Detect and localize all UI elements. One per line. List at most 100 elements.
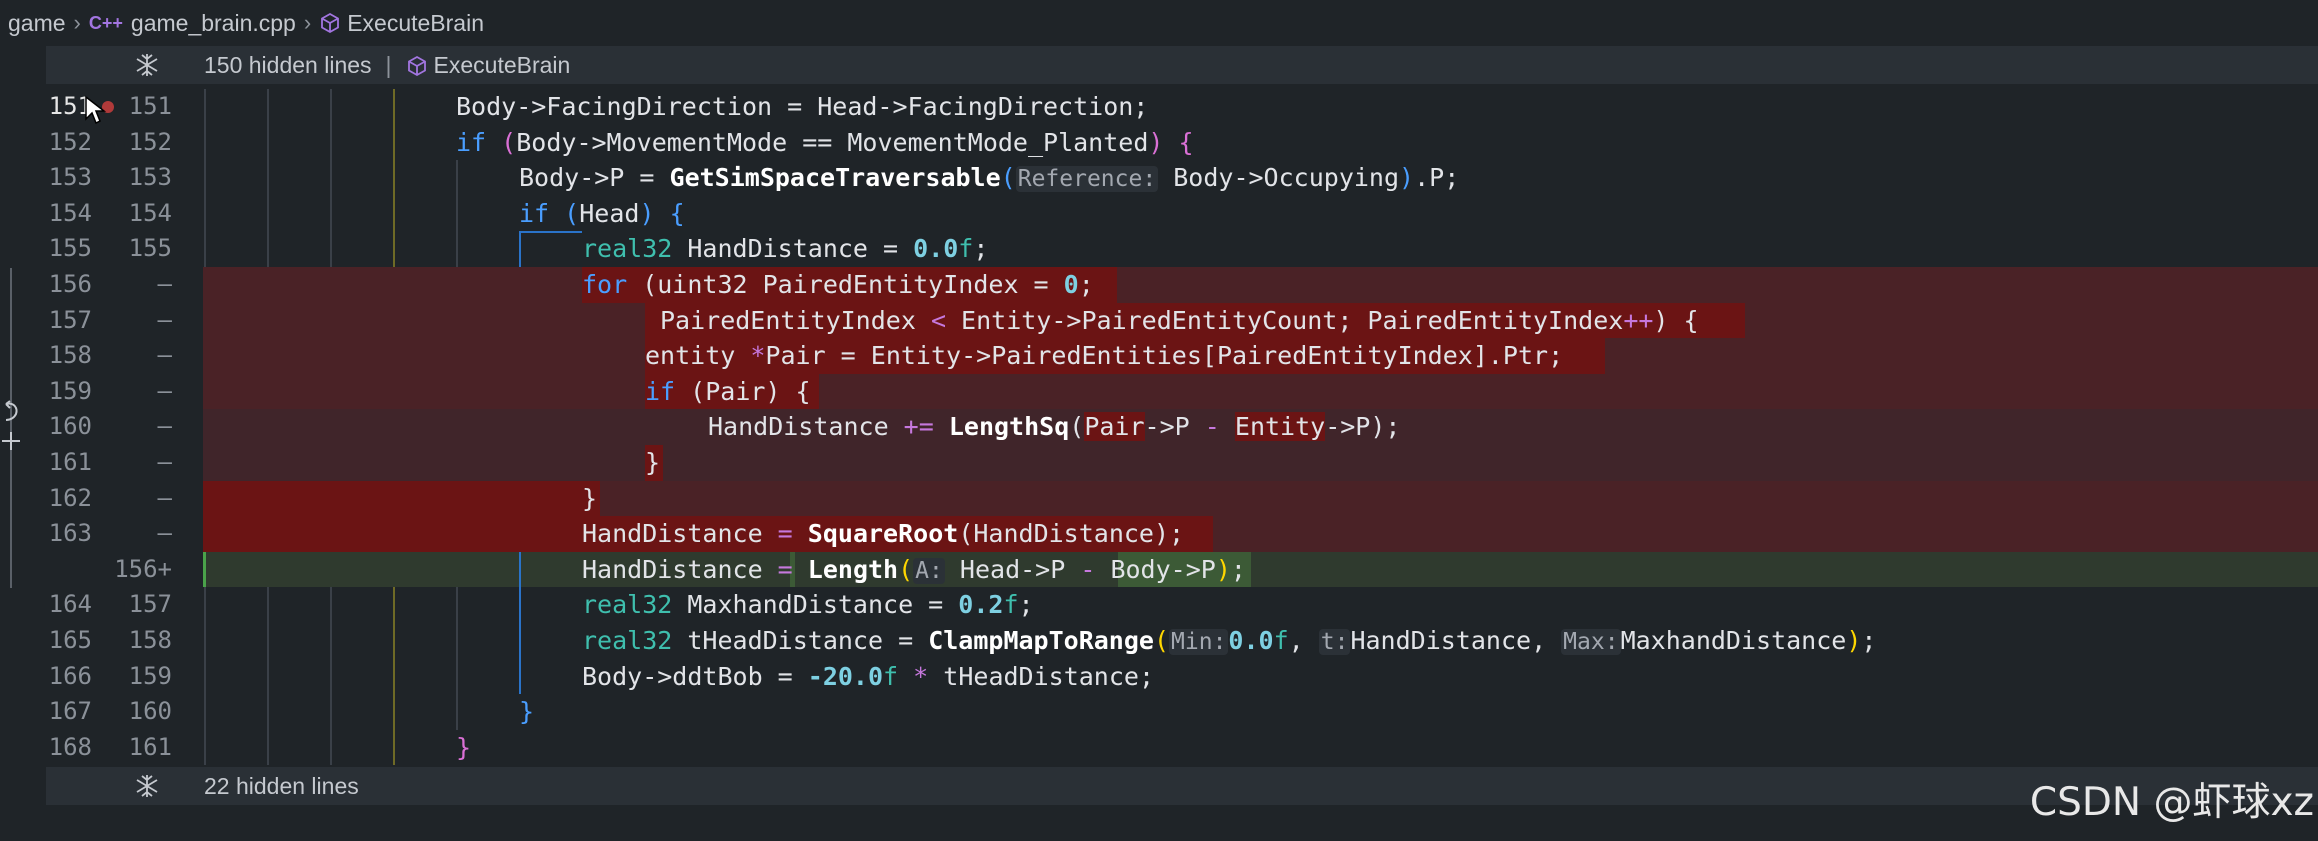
fold-symbol-label: ExecuteBrain xyxy=(433,51,571,78)
code-line[interactable]: 153 153 Body->P = GetSimSpaceTraversable… xyxy=(0,160,2318,196)
new-line-number: 155 xyxy=(128,234,172,263)
hidden-lines-label: 150 hidden lines xyxy=(204,51,372,78)
hidden-lines-label: 22 hidden lines xyxy=(204,772,359,799)
old-line-number: 158 xyxy=(48,341,92,370)
removed-line[interactable]: 157 — PairedEntityIndex < Entity->Paired… xyxy=(0,302,2318,339)
code-line[interactable]: 166 159 Body->ddtBob = -20.0f * tHeadDis… xyxy=(0,658,2318,695)
code-line[interactable]: 155 155 real32 HandDistance = 0.0f; xyxy=(0,231,2318,267)
expand-fold-icon[interactable] xyxy=(134,52,160,78)
old-line-number: 165 xyxy=(48,625,92,654)
code-text: Body->P = GetSimSpaceTraversable(Referen… xyxy=(519,163,1460,193)
new-line-number: 153 xyxy=(128,163,172,192)
code-text: HandDistance += LengthSq(Pair->P - Entit… xyxy=(708,412,1401,442)
new-line-number: 151 xyxy=(128,92,172,120)
breadcrumb: game › C++ game_brain.cpp › ExecuteBrain xyxy=(0,0,2318,46)
code-text: real32 HandDistance = 0.0f; xyxy=(582,234,989,264)
breadcrumb-file-label: game_brain.cpp xyxy=(130,9,296,36)
code-line[interactable]: 164 157 real32 MaxhandDistance = 0.2f; xyxy=(0,587,2318,623)
code-text: if (Body->MovementMode == MovementMode_P… xyxy=(456,127,1194,157)
code-line[interactable]: 154 154 if (Head) { xyxy=(0,195,2318,232)
new-line-number: — xyxy=(157,519,172,548)
old-line-number: 154 xyxy=(48,198,92,227)
new-line-number: — xyxy=(157,412,172,441)
hidden-lines-top[interactable]: 150 hidden lines | ExecuteBrain xyxy=(46,46,2318,84)
hidden-lines-bottom[interactable]: 22 hidden lines xyxy=(46,767,2318,805)
chevron-right-icon: › xyxy=(303,10,312,35)
code-text: HandDistance = SquareRoot(HandDistance); xyxy=(582,519,1185,549)
code-line[interactable]: 151 151 Body->FacingDirection = Head->Fa… xyxy=(0,89,2318,125)
code-line[interactable]: 152 152 if (Body->MovementMode == Moveme… xyxy=(0,124,2318,161)
breadcrumb-symbol-label: ExecuteBrain xyxy=(347,9,484,36)
new-line-number: 161 xyxy=(128,732,172,761)
code-text: if (Head) { xyxy=(519,198,685,228)
code-text: } xyxy=(519,697,535,727)
code-text: Body->ddtBob = -20.0f * tHeadDistance; xyxy=(582,661,1155,691)
added-line[interactable]: 156+ HandDistance = Length(A: Head->P - … xyxy=(0,551,2318,588)
new-line-number: 156+ xyxy=(114,554,172,583)
new-line-number: — xyxy=(157,483,172,512)
new-line-number: 159 xyxy=(128,661,172,690)
inlay-hint: Min: xyxy=(1169,628,1229,655)
removed-line[interactable]: 158 — entity *Pair = Entity->PairedEntit… xyxy=(0,338,2318,374)
breadcrumb-symbol[interactable]: ExecuteBrain xyxy=(319,10,484,37)
old-line-number: 155 xyxy=(48,234,92,263)
new-line-number: 160 xyxy=(128,697,172,726)
old-line-number: 152 xyxy=(48,127,92,156)
new-line-number: 154 xyxy=(128,198,172,227)
breadcrumb-folder[interactable]: game xyxy=(8,10,66,37)
revert-change-icon[interactable] xyxy=(0,400,22,426)
removed-line[interactable]: 163 — HandDistance = SquareRoot(HandDist… xyxy=(0,516,2318,552)
new-line-number: — xyxy=(157,305,172,334)
code-text: entity *Pair = Entity->PairedEntities[Pa… xyxy=(645,341,1564,371)
new-line-number: 157 xyxy=(128,590,172,619)
code-text: Body->FacingDirection = Head->FacingDire… xyxy=(456,92,1149,121)
code-line[interactable]: 165 158 real32 tHeadDistance = ClampMapT… xyxy=(0,622,2318,659)
expand-fold-icon[interactable] xyxy=(134,773,160,799)
breadcrumb-file[interactable]: C++ game_brain.cpp xyxy=(89,10,296,37)
inlay-hint: Max: xyxy=(1561,628,1621,655)
old-line-number: 162 xyxy=(48,483,92,512)
inlay-hint: Reference: xyxy=(1015,166,1159,193)
old-line-number: 151 xyxy=(48,92,92,120)
code-text: real32 MaxhandDistance = 0.2f; xyxy=(582,590,1034,620)
removed-line[interactable]: 159 — if (Pair) { xyxy=(0,373,2318,410)
code-text: } xyxy=(582,483,598,513)
code-text: HandDistance = Length(A: Head->P - Body-… xyxy=(582,554,1246,584)
divider: | xyxy=(385,51,392,78)
inlay-hint: A: xyxy=(913,557,945,584)
method-cube-icon xyxy=(407,56,426,77)
old-line-number: 156 xyxy=(48,269,92,298)
old-line-number: 167 xyxy=(48,697,92,726)
code-text: PairedEntityIndex < Entity->PairedEntity… xyxy=(660,305,1699,335)
code-text: for (uint32 PairedEntityIndex = 0; xyxy=(582,269,1094,299)
removed-line[interactable]: 161 — } xyxy=(0,444,2318,481)
code-text: real32 tHeadDistance = ClampMapToRange(M… xyxy=(582,625,1877,655)
new-line-number: — xyxy=(157,376,172,405)
stage-change-icon[interactable] xyxy=(0,430,22,452)
new-line-number: 158 xyxy=(128,625,172,654)
code-text: } xyxy=(645,447,661,477)
diff-editor[interactable]: 151 151 Body->FacingDirection = Head->Fa… xyxy=(0,89,2318,766)
removed-line[interactable]: 162 — } xyxy=(0,480,2318,517)
inlay-hint: t: xyxy=(1318,628,1351,655)
cpp-file-icon: C++ xyxy=(88,12,123,33)
code-line[interactable]: 167 160 } xyxy=(0,694,2318,730)
removed-line[interactable]: 160 — HandDistance += LengthSq(Pair->P -… xyxy=(0,409,2318,445)
chevron-right-icon: › xyxy=(73,10,81,35)
new-line-number: — xyxy=(157,341,172,370)
breadcrumb-folder-label: game xyxy=(8,9,66,36)
new-line-number: — xyxy=(157,269,172,298)
code-text: if (Pair) { xyxy=(645,376,811,406)
old-line-number: 157 xyxy=(48,305,92,334)
old-line-number: 168 xyxy=(48,732,92,761)
old-line-number: 163 xyxy=(48,519,92,548)
new-line-number: 152 xyxy=(128,127,172,156)
removed-line[interactable]: 156 — for (uint32 PairedEntityIndex = 0; xyxy=(0,266,2318,303)
method-cube-icon xyxy=(321,12,340,34)
old-line-number: 164 xyxy=(48,590,92,619)
code-line[interactable]: 168 161 } xyxy=(0,729,2318,766)
old-line-number: 166 xyxy=(48,661,92,690)
watermark: CSDN @虾球xz xyxy=(2029,780,2314,825)
new-line-number: — xyxy=(157,447,172,476)
old-line-number: 153 xyxy=(48,163,92,192)
